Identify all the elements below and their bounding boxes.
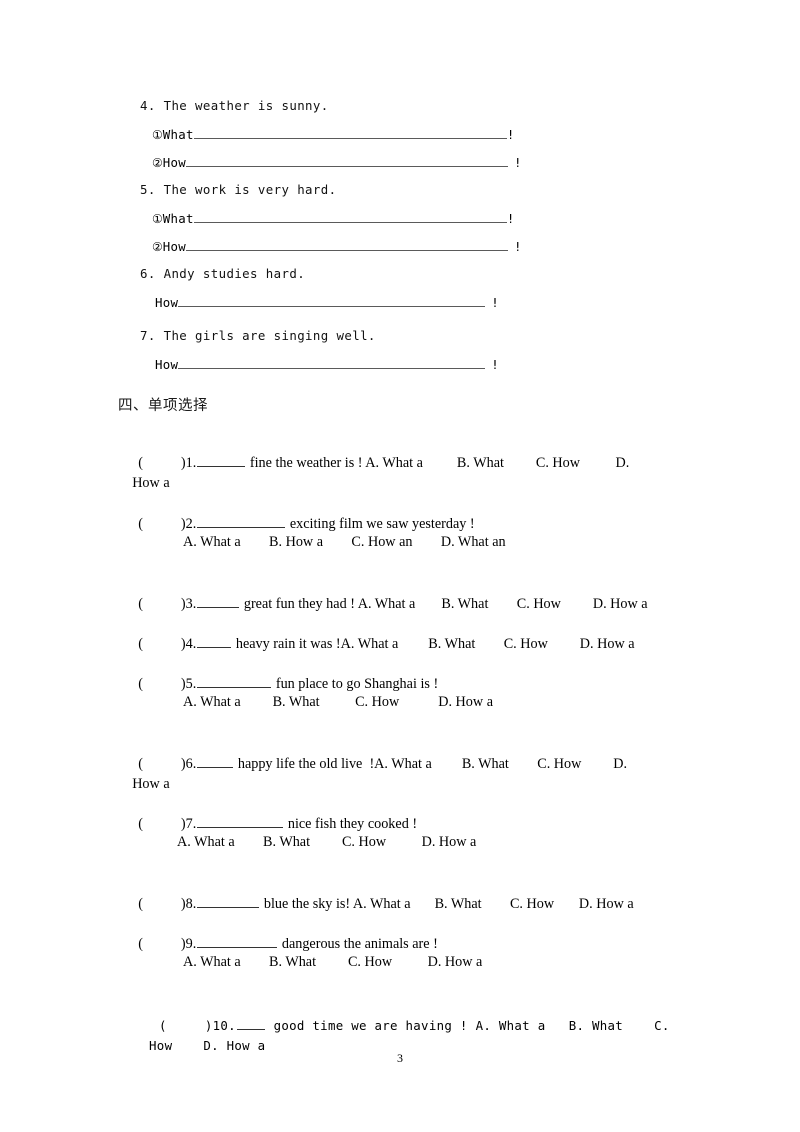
question-blank[interactable] [197, 935, 278, 948]
marker-circled-1: ① [152, 212, 163, 226]
bracket-open[interactable]: ( [138, 676, 143, 692]
bracket-open[interactable]: ( [138, 936, 143, 952]
marker-circled-1: ① [152, 128, 163, 142]
question-blank[interactable] [197, 675, 272, 688]
question-number: 4. [185, 636, 197, 652]
answer-blank-rule[interactable] [178, 295, 486, 307]
answer-exclamation: ! [514, 239, 522, 254]
exercise-6-answer-1: How! [155, 294, 499, 312]
question-text: heavy rain it was !A. What a [232, 636, 399, 652]
exercise-4-answer-2: ②How! [152, 154, 522, 172]
answer-lead-how: How [162, 239, 187, 254]
answer-lead-how: How [162, 155, 187, 170]
answer-lead-what: What [162, 127, 194, 142]
question-number: 9. [185, 936, 197, 952]
question-text: fine the weather is ! A. What a [246, 455, 423, 471]
answer-exclamation: ! [491, 295, 499, 310]
answer-blank-rule[interactable] [178, 357, 486, 369]
bracket-open[interactable]: ( [138, 896, 143, 912]
exercise-stem-7: 7. The girls are singing well. [140, 328, 376, 343]
bracket-open[interactable]: ( [138, 636, 143, 652]
exercise-5-answer-1: ①What! [152, 210, 514, 228]
question-text: exciting film we saw yesterday ! [286, 516, 475, 532]
question-blank[interactable] [197, 815, 284, 828]
mc-options-5[interactable]: A. What a B. What C. How D. How a [183, 694, 493, 711]
mc-options-9[interactable]: A. What a B. What C. How D. How a [183, 954, 482, 971]
marker-circled-2: ② [152, 156, 163, 170]
question-blank[interactable] [197, 454, 246, 467]
answer-lead-how: How [155, 357, 179, 372]
inline-options[interactable]: B. What C. How D. How a [435, 896, 634, 912]
answer-lead-how: How [155, 295, 179, 310]
inline-options[interactable]: B. What C. How D. [462, 756, 627, 772]
question-text: happy life the old live !A. What a [234, 756, 432, 772]
answer-blank-rule[interactable] [193, 127, 507, 139]
question-number: 2. [185, 516, 197, 532]
section-heading-multiple-choice: 四、单项选择 [118, 398, 208, 414]
answer-exclamation: ! [506, 127, 515, 142]
question-number: 7. [185, 816, 197, 832]
mc-question-1: ()1. fine the weather is ! A. What a B. W… [124, 433, 629, 493]
question-text: good time we are having ! [265, 1018, 468, 1033]
question-number: 1. [185, 455, 197, 471]
mc-options-2[interactable]: A. What a B. How a C. How an D. What an [183, 534, 506, 551]
question-text: blue the sky is! A. What a [260, 896, 411, 912]
question-blank[interactable] [197, 755, 234, 768]
page-number: 3 [397, 1051, 403, 1065]
bracket-open[interactable]: ( [138, 596, 143, 612]
answer-exclamation: ! [514, 155, 522, 170]
question-blank[interactable] [197, 515, 286, 528]
question-number: 8. [185, 896, 197, 912]
question-blank[interactable] [197, 595, 240, 608]
mc-options-7[interactable]: A. What a B. What C. How D. How a [177, 834, 476, 851]
inline-options[interactable]: A. What a B. What C. [476, 1018, 670, 1033]
inline-options[interactable]: B. What C. How D. How a [441, 596, 647, 612]
inline-options[interactable]: B. What C. How D. [457, 455, 629, 471]
answer-blank-rule[interactable] [193, 211, 507, 223]
marker-circled-2: ② [152, 240, 163, 254]
bracket-open[interactable]: ( [138, 516, 143, 532]
question-text: nice fish they cooked ! [284, 816, 418, 832]
question-number: 5. [185, 676, 197, 692]
answer-lead-what: What [162, 211, 194, 226]
question-number: 3. [185, 596, 197, 612]
exercise-7-answer-1: How! [155, 356, 499, 374]
answer-blank-rule[interactable] [186, 155, 509, 167]
exercise-5-answer-2: ②How! [152, 238, 522, 256]
wrapped-option-text[interactable]: How a [132, 475, 169, 491]
question-blank[interactable] [197, 895, 260, 908]
question-text: great fun they had ! A. What a [240, 596, 416, 612]
answer-blank-rule[interactable] [186, 239, 509, 251]
wrapped-option-text[interactable]: How a [132, 776, 169, 792]
bracket-open[interactable]: ( [138, 816, 143, 832]
question-blank[interactable] [197, 635, 232, 648]
exercise-stem-6: 6. Andy studies hard. [140, 266, 306, 281]
question-text: dangerous the animals are ! [278, 936, 438, 952]
answer-exclamation: ! [491, 357, 499, 372]
exercise-4-answer-1: ①What! [152, 126, 514, 144]
mc-question-6: ()6. happy life the old live !A. What aB… [124, 734, 627, 794]
worksheet-page: 4. The weather is sunny. ①What! ②How! 5.… [0, 0, 800, 1132]
exercise-stem-5: 5. The work is very hard. [140, 182, 337, 197]
inline-options[interactable]: B. What C. How D. How a [428, 636, 634, 652]
question-number: 6. [185, 756, 197, 772]
exercise-stem-4: 4. The weather is sunny. [140, 98, 329, 113]
question-text: fun place to go Shanghai is ! [272, 676, 439, 692]
answer-exclamation: ! [506, 211, 515, 226]
mc-question-10-wrap: How D. How a [118, 1016, 265, 1076]
